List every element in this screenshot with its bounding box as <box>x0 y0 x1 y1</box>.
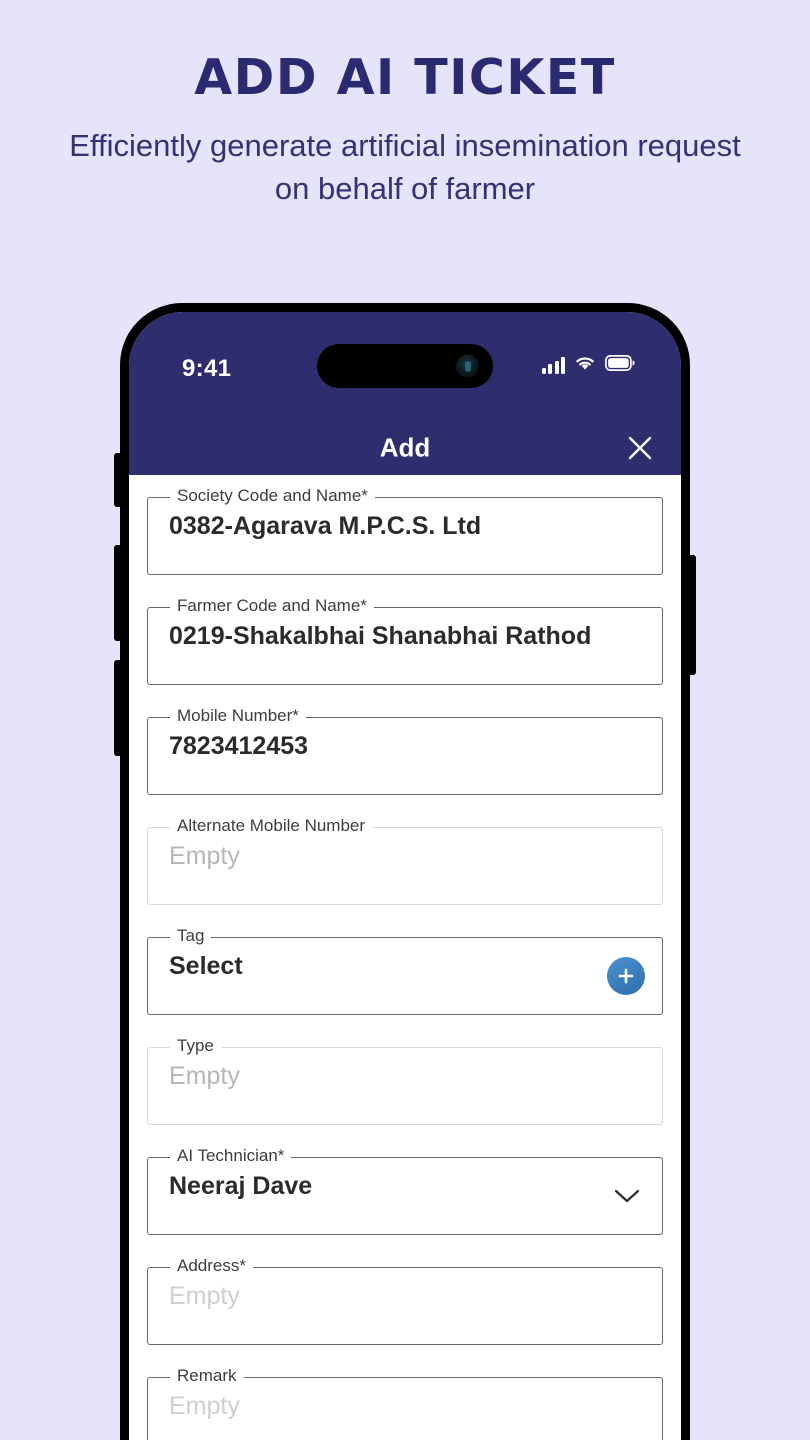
dynamic-island <box>317 344 493 388</box>
field-ai-technician[interactable]: AI Technician* Neeraj Dave <box>147 1147 663 1235</box>
field-label-society-code-and-name: Society Code and Name* <box>170 487 375 504</box>
field-type[interactable]: Type Empty <box>147 1037 663 1125</box>
battery-icon <box>605 354 635 376</box>
nav-title: Add <box>379 432 431 462</box>
field-label-type: Type <box>170 1037 221 1054</box>
close-icon[interactable] <box>623 431 657 465</box>
field-label-farmer-code-and-name: Farmer Code and Name* <box>170 597 374 614</box>
status-time: 9:41 <box>182 355 232 382</box>
promo-header: ADD AI TICKET Efficiently generate artif… <box>0 0 810 211</box>
field-value-address[interactable]: Empty <box>169 1282 240 1311</box>
status-bar: 9:41 <box>129 312 681 420</box>
field-label-ai-technician: AI Technician* <box>170 1147 292 1164</box>
page-title: ADD AI TICKET <box>194 49 616 106</box>
field-value-mobile-number[interactable]: 7823412453 <box>169 732 308 761</box>
status-icons <box>541 354 636 376</box>
front-camera-icon <box>456 354 479 378</box>
field-value-type[interactable]: Empty <box>169 1062 240 1091</box>
field-label-remark: Remark <box>170 1367 244 1384</box>
phone-frame: 9:41 Add Society Code and Name* 0382-Aga… <box>120 303 690 1440</box>
field-label-alternate-mobile-number: Alternate Mobile Number <box>170 817 373 834</box>
field-alternate-mobile-number[interactable]: Alternate Mobile Number Empty <box>147 817 663 905</box>
field-mobile-number[interactable]: Mobile Number* 7823412453 <box>147 707 663 795</box>
field-farmer-code-and-name[interactable]: Farmer Code and Name* 0219-Shakalbhai Sha… <box>147 597 663 685</box>
field-label-mobile-number: Mobile Number* <box>170 707 306 724</box>
field-value-farmer-code-and-name[interactable]: 0219-Shakalbhai Shanabhai Rathod <box>169 622 591 651</box>
field-tag[interactable]: Tag Select <box>147 927 663 1015</box>
field-remark[interactable]: Remark Empty <box>147 1367 663 1440</box>
plus-icon <box>618 968 634 984</box>
field-value-remark[interactable]: Empty <box>169 1392 240 1421</box>
field-address[interactable]: Address* Empty <box>147 1257 663 1345</box>
wifi-icon <box>574 354 596 376</box>
app-nav-bar: Add <box>129 420 681 475</box>
field-value-ai-technician[interactable]: Neeraj Dave <box>169 1172 312 1201</box>
field-value-society-code-and-name[interactable]: 0382-Agarava M.P.C.S. Ltd <box>169 512 481 541</box>
phone-screen: 9:41 Add Society Code and Name* 0382-Aga… <box>129 312 681 1440</box>
field-label-tag: Tag <box>170 927 212 944</box>
page-subtitle: Efficiently generate artificial insemina… <box>69 128 741 207</box>
chevron-down-icon[interactable] <box>612 1181 642 1211</box>
field-value-tag[interactable]: Select <box>169 952 243 981</box>
phone-mockup: 9:41 Add Society Code and Name* 0382-Aga… <box>114 303 696 1440</box>
add-tag-button[interactable] <box>607 957 645 995</box>
cellular-signal-icon <box>541 356 565 374</box>
form-body: Society Code and Name* 0382-Agarava M.P.C… <box>129 475 681 1440</box>
field-value-alternate-mobile-number[interactable]: Empty <box>169 842 240 871</box>
field-label-address: Address* <box>170 1257 253 1274</box>
field-society-code-and-name[interactable]: Society Code and Name* 0382-Agarava M.P.C… <box>147 487 663 575</box>
